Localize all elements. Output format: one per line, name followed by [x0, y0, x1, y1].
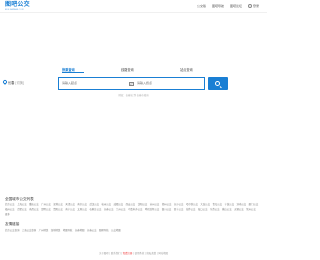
logo-text: 图吧公交	[5, 1, 30, 8]
friend-link[interactable]: 上海公交查询	[22, 228, 36, 233]
footer-more[interactable]: | 使用条款 | 隐私政策 | 网站地图	[132, 252, 168, 255]
tab-route[interactable]: 线路查询	[121, 67, 134, 72]
friend-link[interactable]: 广州地铁	[39, 228, 49, 233]
search-button[interactable]	[208, 77, 228, 90]
city-link[interactable]: 兰州公交	[116, 207, 126, 212]
city-link[interactable]: 呼和浩特公交	[145, 207, 159, 212]
city-link[interactable]: 长春公交	[104, 207, 114, 212]
friend-link[interactable]: 深圳地铁	[51, 228, 61, 233]
active-tab-indicator	[62, 72, 84, 73]
header-divider	[0, 12, 267, 13]
city-link[interactable]: 佛山公交	[222, 207, 232, 212]
search-tabs: 换乘查询 线路查询 站点查询	[62, 67, 210, 73]
friend-link[interactable]: 地图导航	[63, 228, 73, 233]
city-link[interactable]: 昆明公交	[41, 207, 51, 212]
footer-register[interactable]: 免费注册	[123, 252, 133, 255]
end-input[interactable]: 请输入终点	[137, 78, 203, 89]
city-link[interactable]: 太原公交	[77, 207, 87, 212]
friend-link[interactable]: 长春地图	[75, 228, 85, 233]
nav-item-login[interactable]: 登录	[247, 4, 259, 8]
city-link[interactable]: 银川公交	[162, 207, 172, 212]
swap-icon[interactable]: ⇄	[129, 81, 134, 86]
search-icon	[215, 80, 220, 86]
friend-link[interactable]: 公交地图	[111, 228, 121, 233]
city-switch-link[interactable]: [切换]	[15, 80, 24, 85]
city-link[interactable]: 西宁公交	[174, 207, 184, 212]
city-selector[interactable]: 长春 [切换]	[3, 80, 24, 85]
footer-links[interactable]: 关于图吧 | 联系我们 |	[99, 252, 123, 255]
city-link[interactable]: 贵阳公交	[53, 207, 63, 212]
city-name: 长春	[8, 81, 15, 85]
header: 图吧公交 BUS.MAPBAR.COM 公交版 图吧导航 图吧论坛 登录	[0, 0, 267, 14]
search-hint: 例如：长春站 到 长春市政府	[118, 94, 149, 97]
location-pin-icon	[3, 80, 7, 85]
nav-item-bus[interactable]: 公交版	[197, 4, 206, 8]
city-link[interactable]: 更多	[5, 212, 10, 217]
search-box: 请输入起点 ⇄ 请输入终点	[58, 77, 205, 90]
tab-stop[interactable]: 站点查询	[180, 67, 193, 72]
city-link[interactable]: 拉萨公交	[186, 207, 196, 212]
links-list: 北京公交查询 上海公交查询 广州地铁 深圳地铁 地图导航 长春地图 长春公交 图吧导航 公交地图	[5, 228, 263, 233]
nav-item-forum[interactable]: 图吧论坛	[230, 4, 242, 8]
logo[interactable]: 图吧公交 BUS.MAPBAR.COM	[5, 2, 30, 12]
links-title: 友情链接	[5, 222, 20, 226]
footer: 关于图吧 | 联系我们 | 免费注册 | 使用条款 | 隐私政策 | 网站地图	[0, 251, 267, 255]
user-icon	[247, 4, 252, 8]
city-link[interactable]: 海口公交	[198, 207, 208, 212]
city-link[interactable]: 常州公交	[246, 207, 256, 212]
friend-link[interactable]: 长春公交	[87, 228, 97, 233]
city-link[interactable]: 合肥公交	[17, 207, 27, 212]
friend-link[interactable]: 北京公交查询	[5, 228, 19, 233]
city-link[interactable]: 南宁公交	[65, 207, 75, 212]
city-list: 北京公交 上海公交 重庆公交 广州公交 深圳公交 天津公交 南京公交 武汉公交 杭州公交 成都公交…	[5, 202, 263, 217]
nav-item-navigation[interactable]: 图吧导航	[212, 4, 224, 8]
login-label: 登录	[252, 4, 259, 8]
city-link[interactable]: 无锡公交	[234, 207, 244, 212]
city-link[interactable]: 石家庄公交	[89, 207, 101, 212]
friend-link[interactable]: 图吧导航	[99, 228, 109, 233]
top-nav: 公交版 图吧导航 图吧论坛 登录	[197, 4, 259, 8]
city-link[interactable]: 南昌公交	[29, 207, 39, 212]
city-link[interactable]: 乌鲁木齐公交	[128, 207, 142, 212]
start-input[interactable]: 请输入起点	[62, 78, 128, 89]
city-link[interactable]: 东莞公交	[210, 207, 220, 212]
